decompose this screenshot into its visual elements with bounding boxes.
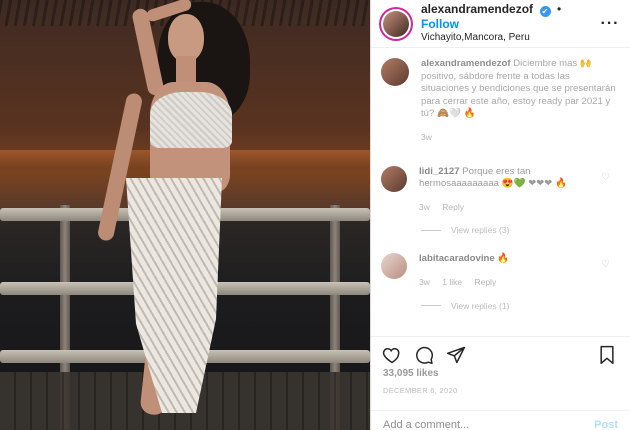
comments-list[interactable]: alexandramendezof Diciembre mas 🙌 positi… <box>371 48 630 335</box>
comment-meta: 3w 1 like Reply <box>419 276 594 289</box>
location-link[interactable]: Vichayito,Mancora, Peru <box>421 31 600 45</box>
avatar[interactable] <box>381 8 411 39</box>
post-button[interactable]: Post <box>594 419 618 430</box>
post-header: alexandramendezof ✔ • Follow Vichayito,M… <box>371 0 630 48</box>
comment-username[interactable]: labitacaradovine <box>419 253 495 264</box>
avatar[interactable] <box>381 58 409 86</box>
comment-username[interactable]: lidi_2127 <box>419 166 460 177</box>
share-icon[interactable] <box>445 344 467 366</box>
comment-body: labitacaradovine 🔥 3w 1 like Reply <box>419 253 618 288</box>
comment-icon[interactable] <box>413 344 435 366</box>
post-photo[interactable] <box>0 0 370 430</box>
caption-meta: 3w <box>421 131 618 144</box>
comment-input[interactable] <box>383 419 595 430</box>
header-text: alexandramendezof ✔ • Follow Vichayito,M… <box>421 2 600 45</box>
comment-meta: 3w Reply <box>419 201 594 214</box>
action-bar <box>371 336 630 366</box>
figure-face <box>168 14 204 62</box>
comment-like-icon[interactable]: ♡ <box>601 172 610 183</box>
verified-icon: ✔ <box>539 6 551 17</box>
avatar[interactable] <box>381 165 407 192</box>
caption-username[interactable]: alexandramendezof <box>421 58 511 69</box>
crochet-top <box>150 92 232 148</box>
comment-body: lidi_2127 Porque eres tan hermosaaaaaaaa… <box>419 166 618 214</box>
comment-time: 3w <box>419 201 430 212</box>
comment-time: 3w <box>419 276 430 287</box>
likes-count[interactable]: 33,095 likes <box>383 368 439 379</box>
view-replies-button[interactable]: View replies (1) <box>421 301 618 311</box>
caption-time: 3w <box>421 131 432 142</box>
comment-text: 🔥 <box>497 253 510 265</box>
heart-icon[interactable] <box>381 344 403 366</box>
reply-button[interactable]: Reply <box>474 277 496 287</box>
caption-body: alexandramendezof Diciembre mas 🙌 positi… <box>421 58 618 144</box>
comment-likes[interactable]: 1 like <box>442 277 462 287</box>
separator: • <box>556 2 562 16</box>
view-replies-button[interactable]: View replies (3) <box>421 225 618 235</box>
caption: alexandramendezof Diciembre mas 🙌 positi… <box>381 58 618 144</box>
add-comment-bar: Post <box>371 410 630 430</box>
reply-button[interactable]: Reply <box>442 202 464 212</box>
avatar[interactable] <box>381 253 407 280</box>
comment-item: labitacaradovine 🔥 3w 1 like Reply ♡ <box>381 253 618 288</box>
username[interactable]: alexandramendezof <box>421 2 533 16</box>
comment-item: lidi_2127 Porque eres tan hermosaaaaaaaa… <box>381 165 618 214</box>
follow-button[interactable]: Follow <box>421 17 459 31</box>
post-side-panel: alexandramendezof ✔ • Follow Vichayito,M… <box>370 0 630 430</box>
post-date: DECEMBER 6, 2020 <box>383 386 458 395</box>
save-icon[interactable] <box>596 344 618 366</box>
comment-like-icon[interactable]: ♡ <box>601 259 610 270</box>
more-icon[interactable]: ··· <box>600 15 620 33</box>
